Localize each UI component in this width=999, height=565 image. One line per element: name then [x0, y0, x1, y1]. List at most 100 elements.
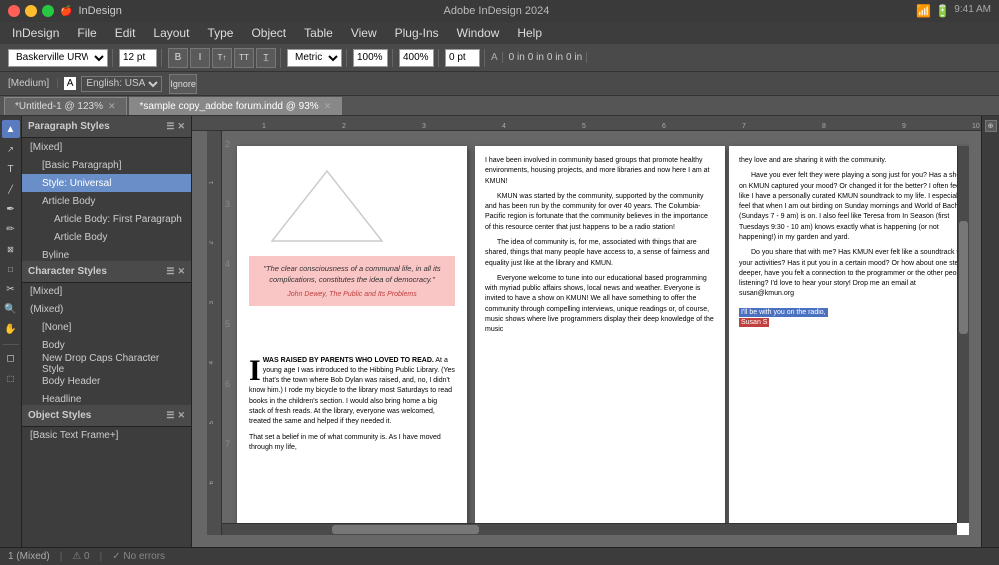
metrics-selector[interactable]: Metrics	[287, 49, 342, 67]
ignore-button[interactable]: Ignore	[169, 74, 197, 94]
obj-styles-icons: ☰ ✕	[166, 410, 185, 421]
ruler-v-label-3: 3	[209, 301, 215, 304]
char-style-dropcaps[interactable]: New Drop Caps Character Style	[22, 355, 191, 373]
obj-style-basic[interactable]: [Basic Text Frame+]	[22, 427, 191, 445]
window-title: Adobe InDesign 2024	[444, 5, 550, 17]
menu-object[interactable]: Object	[243, 24, 294, 42]
menu-layout[interactable]: Layout	[145, 24, 197, 42]
tool-hand[interactable]: ✋	[2, 320, 20, 338]
canvas-content: 1 2 3 4 5 6 7 2 3 4 5 6 7	[207, 131, 969, 535]
char-style-mixed2[interactable]: (Mixed)	[22, 301, 191, 319]
tool-pen[interactable]: ✒	[2, 200, 20, 218]
menu-help[interactable]: Help	[509, 24, 550, 42]
ruler-mark-4: 4	[502, 123, 506, 130]
para-styles-close-icon[interactable]: ✕	[177, 121, 185, 132]
para-styles-menu-icon[interactable]: ☰	[166, 121, 174, 132]
scrollbar-vertical[interactable]	[957, 146, 969, 523]
wifi-icon: 📶	[916, 4, 931, 18]
para-style-article-body[interactable]: Article Body	[22, 192, 191, 210]
page-number-4: 4	[225, 259, 230, 269]
tool-rect-frame[interactable]: ⊠	[2, 240, 20, 258]
tool-scissors[interactable]: ✂	[2, 280, 20, 298]
para-style-universal[interactable]: Style: Universal	[22, 174, 191, 192]
scrollbar-thumb-h[interactable]	[332, 525, 479, 534]
tool-zoom[interactable]: 🔍	[2, 300, 20, 318]
para-style-article-body2[interactable]: Article Body	[22, 228, 191, 246]
font-selector[interactable]: Baskerville URW	[8, 49, 108, 67]
ruler-mark-6: 6	[662, 123, 666, 130]
drop-cap-letter: I	[249, 356, 261, 386]
type-super-btn[interactable]: T↑	[212, 48, 232, 68]
tool-pencil[interactable]: ✏	[2, 220, 20, 238]
maximize-button[interactable]	[42, 5, 54, 17]
para1-text: At a young age I was introduced to the H…	[249, 357, 455, 425]
tool-stroke[interactable]: ⬚	[2, 369, 20, 387]
tool-rect[interactable]: □	[2, 260, 20, 278]
leading-input[interactable]	[399, 49, 434, 67]
tab-untitled-close[interactable]: ✕	[108, 101, 116, 112]
close-button[interactable]	[8, 5, 20, 17]
titlebar: 🍎 InDesign Adobe InDesign 2024 📶 🔋 9:41 …	[0, 0, 999, 22]
obj-styles-close-icon[interactable]: ✕	[177, 410, 185, 421]
type-italic-btn[interactable]: I	[190, 48, 210, 68]
menu-edit[interactable]: Edit	[107, 24, 144, 42]
page-number-5: 5	[225, 319, 230, 329]
para-style-byline[interactable]: Byline	[22, 246, 191, 259]
tab-untitled[interactable]: *Untitled-1 @ 123% ✕	[4, 97, 127, 115]
para-style-first-para[interactable]: Article Body: First Paragraph	[22, 210, 191, 228]
highlight-line2: Susan S	[739, 318, 769, 327]
highlight-line1: I'll be with you on the radio,	[739, 308, 828, 317]
scrollbar-thumb-v[interactable]	[959, 221, 968, 334]
tool-type[interactable]: T	[2, 160, 20, 178]
char-style-bodyheader[interactable]: Body Header	[22, 373, 191, 391]
char-style-headline[interactable]: Headline	[22, 391, 191, 403]
menu-plugins[interactable]: Plug-Ins	[387, 24, 447, 42]
titlebar-left: 🍎 InDesign	[8, 5, 122, 17]
kern-input[interactable]	[445, 49, 480, 67]
tab-sample-label: *sample copy_adobe forum.indd @ 93%	[140, 101, 319, 112]
minimize-button[interactable]	[25, 5, 37, 17]
menu-file[interactable]: File	[69, 24, 104, 42]
type-controls: B I T↑ TT T̲	[164, 48, 281, 68]
menu-indesign[interactable]: InDesign	[4, 24, 67, 42]
tab-sample[interactable]: *sample copy_adobe forum.indd @ 93% ✕	[129, 97, 343, 115]
para-style-mixed[interactable]: [Mixed]	[22, 138, 191, 156]
page-number-7: 7	[225, 439, 230, 449]
menu-view[interactable]: View	[343, 24, 385, 42]
error-indicator: ⚠ 0	[72, 551, 89, 562]
scrollbar-horizontal[interactable]	[222, 523, 957, 535]
ruler-mark-9: 9	[902, 123, 906, 130]
tracking-input[interactable]	[353, 49, 388, 67]
page-number-6: 6	[225, 379, 230, 389]
obj-styles-menu-icon[interactable]: ☰	[166, 410, 174, 421]
font-size-input[interactable]	[119, 49, 157, 67]
menu-table[interactable]: Table	[296, 24, 341, 42]
language-selector[interactable]: English: USA	[81, 76, 162, 92]
menu-type[interactable]: Type	[199, 24, 241, 42]
paragraph-styles-header: Paragraph Styles ☰ ✕	[22, 116, 191, 138]
position-group: 0 in 0 in 0 in 0 in	[505, 52, 588, 63]
char-style-mixed[interactable]: [Mixed]	[22, 283, 191, 301]
char-styles-close-icon[interactable]: ✕	[177, 266, 185, 277]
ruler-v-label-1: 1	[209, 181, 215, 184]
align-group: A	[487, 52, 503, 63]
app-window: 🍎 InDesign Adobe InDesign 2024 📶 🔋 9:41 …	[0, 0, 999, 565]
char-styles-menu-icon[interactable]: ☰	[166, 266, 174, 277]
page-center: I have been involved in community based …	[475, 146, 725, 535]
type-underline-btn[interactable]: T̲	[256, 48, 276, 68]
para-style-basic[interactable]: [Basic Paragraph]	[22, 156, 191, 174]
page-right: they love and are sharing it with the co…	[729, 146, 969, 535]
type-caps-btn[interactable]: TT	[234, 48, 254, 68]
paragraph-styles-icons: ☰ ✕	[166, 121, 185, 132]
tool-direct[interactable]: ↗	[2, 140, 20, 158]
tool-selection[interactable]: ▲	[2, 120, 20, 138]
tab-sample-close[interactable]: ✕	[324, 101, 332, 112]
tool-fill[interactable]: ◻	[2, 349, 20, 367]
tool-line[interactable]: ╱	[2, 180, 20, 198]
type-bold-btn[interactable]: B	[168, 48, 188, 68]
menu-window[interactable]: Window	[449, 24, 508, 42]
drop-cap-text-caps: WAS RAISED BY PARENTS WHO LOVED TO READ.	[263, 357, 434, 364]
right-panel-btn1[interactable]: ⊕	[985, 120, 997, 132]
char-style-none[interactable]: [None]	[22, 319, 191, 337]
ruler-v-label-2: 2	[209, 241, 215, 244]
